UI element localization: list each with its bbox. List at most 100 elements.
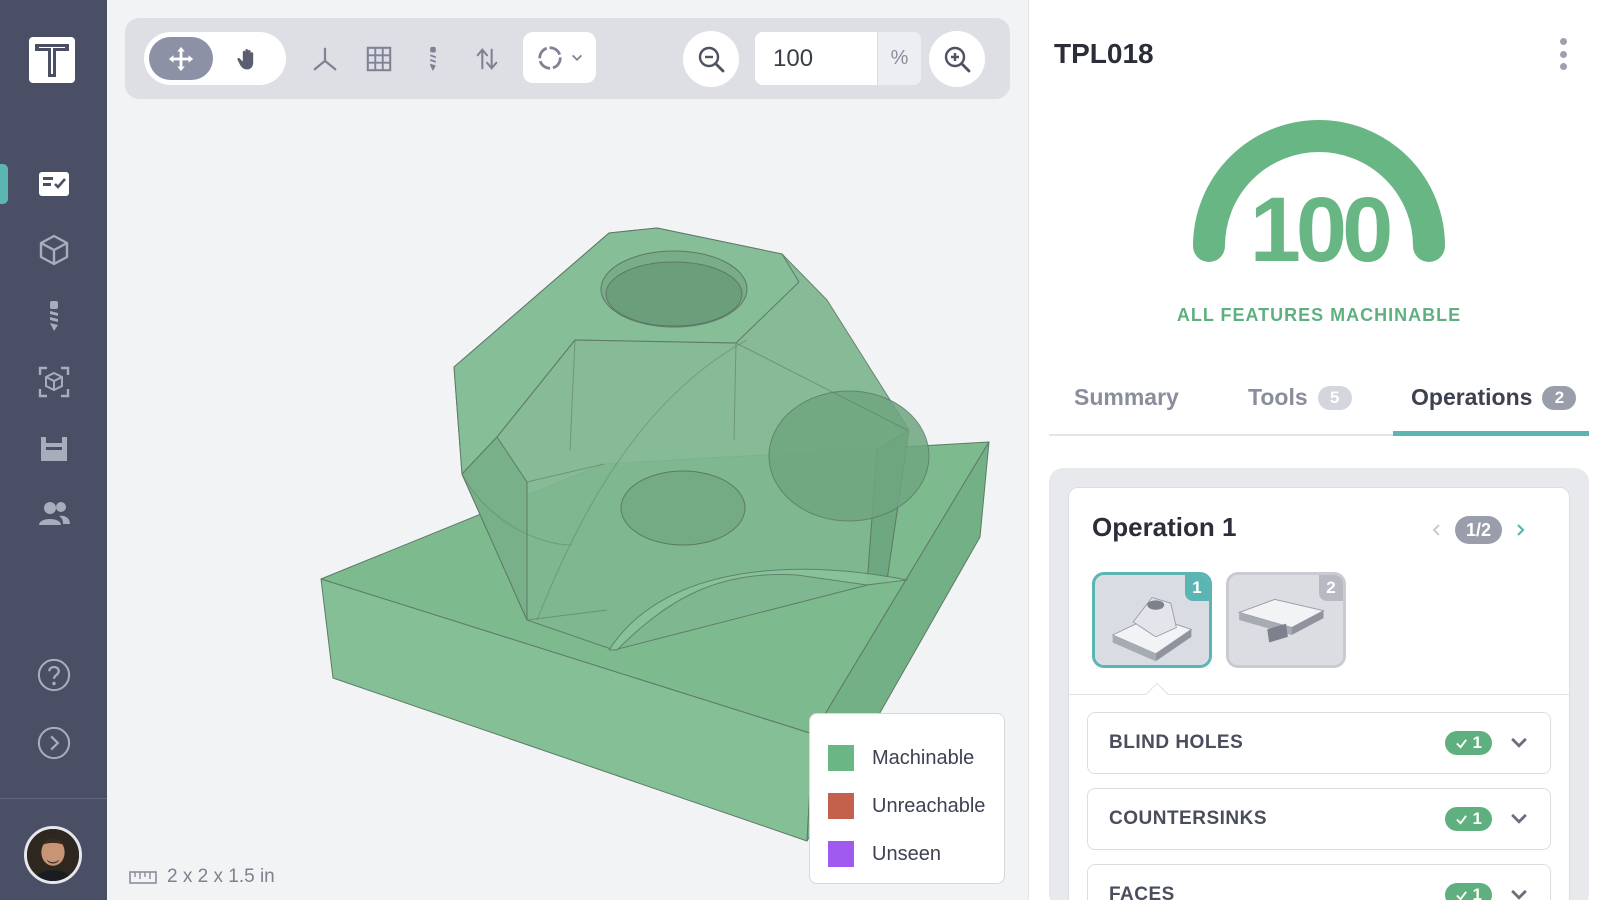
flip-icon: [476, 48, 498, 70]
cube-icon: [39, 234, 68, 266]
legend-swatch: [828, 745, 854, 771]
kebab-dot: [1559, 38, 1567, 45]
setup-thumbnail[interactable]: 1: [1092, 572, 1212, 668]
view-cube-icon: [537, 45, 562, 70]
t-logo-icon[interactable]: [28, 36, 76, 84]
feature-count-badge: 1: [1444, 731, 1492, 755]
tab-label: Operations: [1411, 384, 1533, 410]
checklist-icon: [38, 172, 69, 196]
chevron-down-icon: [571, 54, 582, 61]
drill-bit-icon: [430, 46, 436, 72]
zoom-out-icon: [698, 46, 725, 73]
viewer-toolbar: %: [125, 18, 1010, 99]
feature-count: 1: [1472, 885, 1482, 900]
tab-label: Tools: [1248, 384, 1308, 410]
tab-summary[interactable]: Summary: [1074, 384, 1179, 436]
chevron-right-icon[interactable]: [1512, 522, 1528, 538]
operation-pager-count: 1/2: [1455, 516, 1503, 544]
axes-button[interactable]: [306, 40, 344, 78]
tab-operations[interactable]: Operations 2: [1393, 384, 1589, 436]
feature-row[interactable]: BLIND HOLES 1: [1087, 712, 1551, 774]
sidebar-item-users[interactable]: [0, 486, 107, 542]
check-icon: [1455, 738, 1467, 749]
part-dimensions: 2 x 2 x 1.5 in: [129, 866, 275, 888]
legend-label: Unseen: [872, 842, 941, 865]
sidebar-item-tools[interactable]: [0, 288, 107, 344]
dimensions-text: 2 x 2 x 1.5 in: [167, 866, 275, 887]
analysis-panel: TPL018 100 ALL FEATURES MACHINABLE Summa…: [1028, 0, 1600, 900]
zoom-in-icon: [944, 46, 971, 73]
interaction-mode-toggle: [144, 32, 286, 85]
feature-count: 1: [1472, 733, 1482, 752]
legend-item-unreachable: Unreachable: [828, 782, 986, 830]
chevron-down-icon: [1511, 737, 1527, 748]
chevron-left-icon[interactable]: [1429, 522, 1445, 538]
view-orientation-dropdown[interactable]: [523, 32, 596, 83]
hand-icon: [237, 48, 254, 69]
tab-count-badge: 2: [1542, 386, 1577, 410]
chevron-down-icon: [1511, 889, 1527, 900]
tab-label: Summary: [1074, 384, 1179, 410]
ruler-icon: [129, 871, 157, 884]
legend-label: Unreachable: [872, 794, 986, 817]
avatar[interactable]: [24, 826, 82, 884]
sidebar-item-fixture[interactable]: [0, 420, 107, 476]
setup-thumbnail[interactable]: 2: [1226, 572, 1346, 668]
check-icon: [1455, 890, 1467, 900]
tab-count-badge: 5: [1317, 386, 1352, 410]
operations-container: Operation 1 1/2 1 2 BLIND HOLES 1 COUNTE…: [1049, 468, 1589, 900]
sidebar-item-scan[interactable]: [0, 354, 107, 410]
feature-row[interactable]: COUNTERSINKS 1: [1087, 788, 1551, 850]
move-mode-button[interactable]: [149, 37, 213, 80]
feature-count: 1: [1472, 809, 1482, 828]
legend-item-machinable: Machinable: [828, 734, 986, 782]
operation-pager: 1/2: [1429, 516, 1528, 544]
grid-icon: [366, 46, 392, 72]
feature-count-badge: 1: [1444, 883, 1492, 900]
setup-number: 1: [1185, 575, 1209, 601]
operation-card: Operation 1 1/2 1 2 BLIND HOLES 1 COUNTE…: [1068, 487, 1570, 900]
users-icon: [38, 502, 70, 525]
sidebar-item-checklist[interactable]: [0, 156, 107, 212]
expand-icon: [37, 726, 70, 760]
feature-count-badge: 1: [1444, 807, 1492, 831]
selection-caret: [1145, 682, 1169, 706]
zoom-field: %: [755, 32, 921, 85]
panel-tabs: Summary Tools 5 Operations 2: [1049, 370, 1589, 436]
part-title: TPL018: [1054, 38, 1154, 69]
legend-item-unseen: Unseen: [828, 830, 986, 878]
feature-name: FACES: [1109, 884, 1175, 900]
setup-number: 2: [1319, 575, 1343, 601]
zoom-input[interactable]: [755, 32, 877, 85]
machinability-score: 100: [1249, 179, 1394, 281]
chevron-down-icon: [1511, 813, 1527, 824]
legend: Machinable Unreachable Unseen: [809, 713, 1005, 884]
flip-button[interactable]: [468, 40, 506, 78]
divider: [1069, 694, 1569, 695]
drill-bit-icon: [49, 301, 58, 331]
help-button[interactable]: [0, 647, 107, 703]
fixture-icon: [40, 437, 67, 461]
tab-tools[interactable]: Tools 5: [1248, 384, 1352, 436]
pan-mode-button[interactable]: [216, 37, 280, 80]
tool-visibility-button[interactable]: [414, 40, 452, 78]
sidebar-item-model[interactable]: [0, 222, 107, 278]
expand-sidebar-button[interactable]: [0, 715, 107, 771]
legend-swatch: [828, 841, 854, 867]
sidebar-divider: [0, 798, 107, 799]
kebab-dot: [1559, 50, 1567, 58]
zoom-in-button[interactable]: [929, 31, 985, 87]
zoom-out-button[interactable]: [683, 31, 739, 87]
model-viewer[interactable]: %: [107, 0, 1028, 900]
grid-button[interactable]: [360, 40, 398, 78]
sidebar: [0, 0, 107, 900]
legend-label: Machinable: [872, 746, 975, 769]
avatar-image: [27, 829, 79, 881]
move-icon: [168, 46, 194, 71]
scan-cube-icon: [38, 366, 69, 398]
feature-name: COUNTERSINKS: [1109, 808, 1268, 829]
feature-name: BLIND HOLES: [1109, 732, 1244, 753]
more-options-button[interactable]: [1555, 38, 1571, 70]
feature-row[interactable]: FACES 1: [1087, 864, 1551, 900]
help-icon: [37, 658, 70, 692]
